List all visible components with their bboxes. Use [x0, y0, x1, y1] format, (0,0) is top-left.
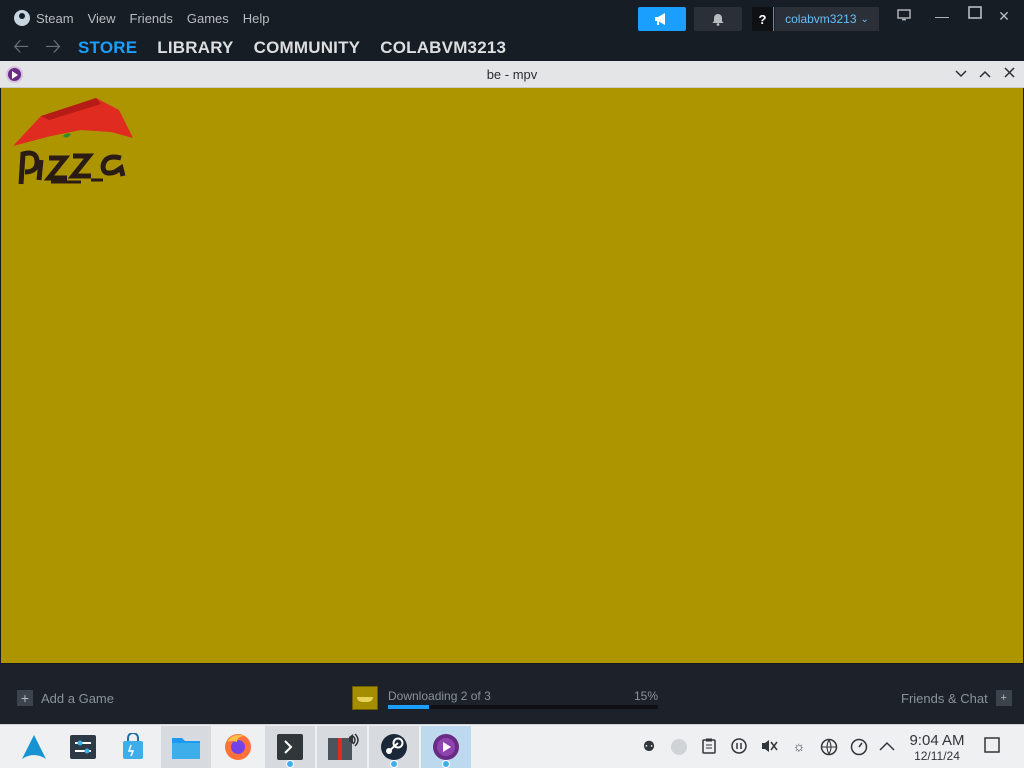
account-menu-button[interactable]: colabvm3213 ⌄ — [775, 7, 879, 31]
steam-icon — [381, 734, 407, 760]
taskbar-discover[interactable] — [108, 726, 158, 768]
folder-icon — [172, 738, 200, 759]
announcements-button[interactable] — [638, 7, 686, 31]
nav-store[interactable]: STORE — [78, 38, 137, 58]
friends-chat-label: Friends & Chat — [901, 690, 988, 706]
clipboard-icon[interactable] — [700, 738, 718, 757]
clock-time[interactable]: 9:04 AM — [905, 732, 969, 749]
monitor-icon — [897, 9, 911, 21]
volume-muted-icon[interactable] — [760, 738, 778, 757]
mpv-window-title: be - mpv — [486, 67, 538, 82]
game-controller-icon[interactable]: ⚉ — [640, 738, 658, 755]
taskbar-konsole[interactable] — [265, 726, 315, 768]
mpv-maximize-button[interactable] — [976, 65, 994, 81]
download-percent: 15% — [633, 689, 658, 703]
menu-help[interactable]: Help — [243, 11, 270, 26]
terminal-icon — [277, 734, 303, 760]
nav-links: STORE LIBRARY COMMUNITY COLABVM3213 — [78, 38, 506, 58]
network-icon[interactable] — [820, 738, 838, 759]
menu-steam[interactable]: Steam — [14, 10, 74, 26]
pause-icon[interactable] — [730, 738, 748, 757]
maximize-button[interactable] — [965, 6, 985, 23]
steam-nav: 🡠 🡢 STORE LIBRARY COMMUNITY COLABVM3213 — [0, 36, 1024, 62]
download-game-thumbnail[interactable] — [352, 686, 378, 710]
arch-logo-icon — [22, 735, 46, 759]
show-desktop-icon — [984, 737, 1000, 753]
friends-chat-button[interactable]: Friends & Chat + — [901, 690, 1012, 706]
menu-steam-label: Steam — [36, 10, 74, 26]
taskbar-firefox[interactable] — [213, 726, 263, 768]
minimize-button[interactable]: — — [932, 8, 952, 24]
chevron-up-icon[interactable] — [878, 738, 896, 754]
forward-arrow-icon[interactable]: 🡢 — [45, 36, 61, 58]
taskbar-media-player[interactable] — [317, 726, 367, 768]
menu-friends[interactable]: Friends — [130, 11, 173, 26]
plus-icon: + — [17, 690, 33, 706]
show-desktop-button[interactable] — [983, 737, 1001, 756]
close-icon: ✕ — [998, 8, 1010, 24]
steam-tray-icon[interactable] — [670, 738, 688, 759]
steam-menubar: Steam View Friends Games Help ? colabvm3… — [0, 0, 1024, 36]
download-progress-fill — [388, 705, 429, 709]
close-button[interactable]: ✕ — [994, 8, 1014, 25]
add-game-label: Add a Game — [41, 690, 114, 706]
clock-date[interactable]: 12/11/24 — [905, 749, 969, 763]
close-icon — [1003, 67, 1015, 78]
friends-chat-icon: + — [995, 690, 1012, 706]
gauge-icon[interactable] — [850, 738, 868, 759]
steam-logo-icon — [14, 10, 30, 26]
media-player-icon — [328, 733, 359, 760]
settings-sliders-icon — [70, 735, 96, 759]
bell-icon — [712, 13, 724, 26]
running-indicator — [390, 760, 398, 768]
add-game-button[interactable]: + Add a Game — [17, 690, 114, 706]
steam-menu: Steam View Friends Games Help — [14, 10, 270, 26]
chevron-up-icon — [979, 70, 991, 78]
chevron-down-icon: ⌄ — [860, 13, 869, 25]
pizza-hut-logo — [13, 98, 133, 185]
menu-view[interactable]: View — [88, 11, 116, 26]
steam-bottom-bar: + Add a Game Downloading 2 of 3 15% Frie… — [0, 664, 1024, 724]
taskbar-steam[interactable] — [369, 726, 419, 768]
minimize-icon: — — [935, 8, 949, 24]
download-status[interactable]: Downloading 2 of 3 — [388, 689, 491, 703]
help-button[interactable]: ? — [752, 7, 774, 31]
mpv-close-button[interactable] — [1000, 65, 1018, 81]
shopping-bag-icon — [123, 733, 143, 759]
brightness-icon[interactable]: ☼ — [790, 738, 808, 754]
account-name: colabvm3213 — [785, 12, 857, 26]
menu-games[interactable]: Games — [187, 11, 229, 26]
mpv-minimize-button[interactable] — [952, 65, 970, 81]
running-indicator — [286, 760, 294, 768]
taskbar-system-settings[interactable] — [58, 726, 108, 768]
megaphone-icon — [655, 13, 665, 25]
nav-community[interactable]: COMMUNITY — [254, 38, 361, 58]
video-area[interactable] — [1, 88, 1023, 663]
back-arrow-icon[interactable]: 🡠 — [13, 36, 29, 58]
mpv-icon — [433, 734, 459, 760]
app-launcher-button[interactable] — [9, 726, 59, 768]
taskbar-file-manager[interactable] — [161, 726, 211, 768]
notifications-button[interactable] — [694, 7, 742, 31]
big-picture-button[interactable] — [894, 8, 914, 24]
firefox-icon — [225, 734, 251, 760]
download-progress-track — [388, 705, 658, 709]
running-indicator — [442, 760, 450, 768]
nav-profile[interactable]: COLABVM3213 — [380, 38, 506, 58]
taskbar-mpv[interactable] — [421, 726, 471, 768]
mpv-titlebar: be - mpv — [0, 61, 1024, 88]
taskbar: ⚉ ☼ 9:04 AM 12/11/24 — [0, 724, 1024, 768]
nav-library[interactable]: LIBRARY — [157, 38, 233, 58]
chevron-down-icon — [955, 70, 967, 78]
maximize-icon — [968, 6, 982, 19]
